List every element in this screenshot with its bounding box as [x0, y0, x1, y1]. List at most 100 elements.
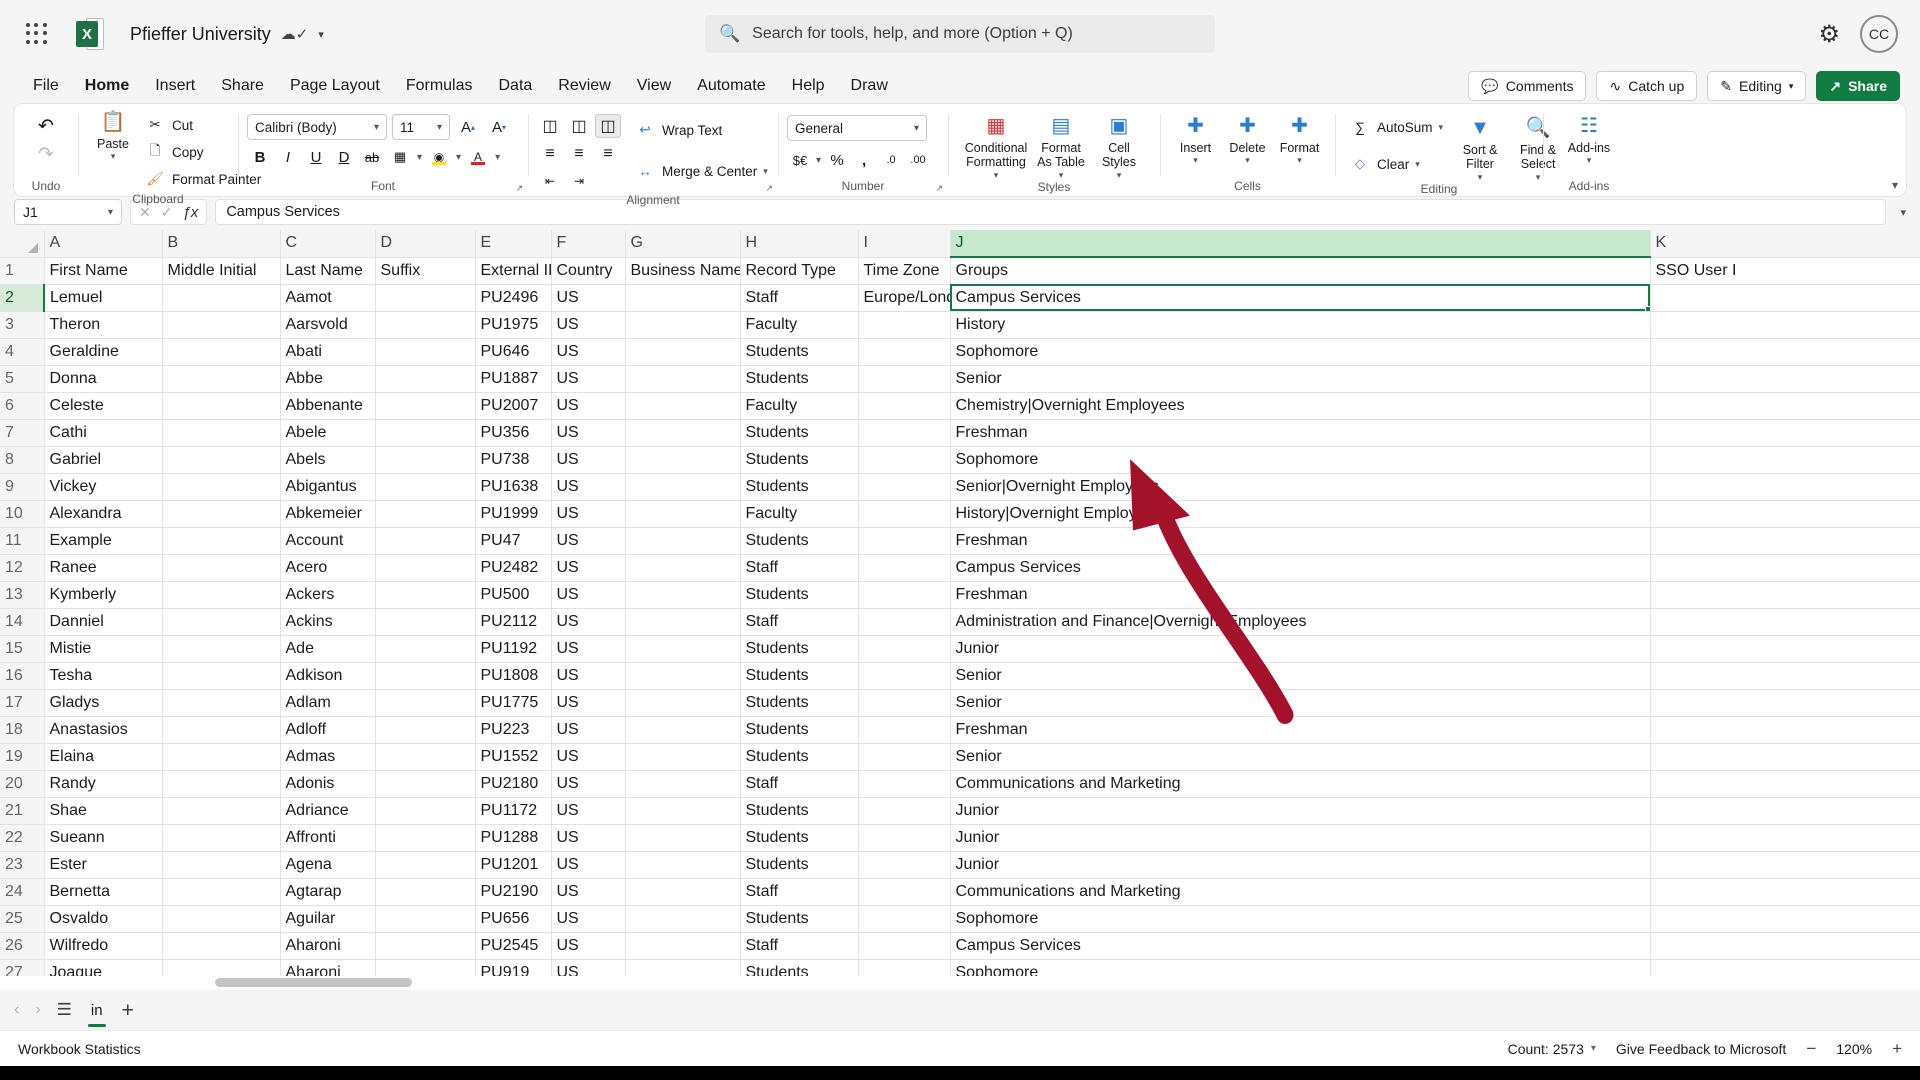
cell-K5[interactable] [1650, 365, 1920, 393]
cell-D10[interactable] [375, 500, 476, 528]
chevron-down-icon[interactable]: ▾ [454, 152, 463, 163]
cell-G27[interactable] [625, 959, 741, 976]
row-header-7[interactable]: 7 [0, 419, 45, 447]
cell-H7[interactable]: Students [740, 419, 859, 447]
cell-I1[interactable]: Time Zone [858, 257, 951, 285]
cell-B10[interactable] [162, 500, 281, 528]
cell-E1[interactable]: External ID [475, 257, 552, 285]
cell-F21[interactable]: US [551, 797, 626, 825]
cell-B23[interactable] [162, 851, 281, 879]
cell-B6[interactable] [162, 392, 281, 420]
alignment-dialog-launcher[interactable]: ↗ [765, 183, 773, 194]
redo-button[interactable]: ↷ [33, 141, 59, 167]
cell-B25[interactable] [162, 905, 281, 933]
column-header-f[interactable]: F [551, 230, 626, 258]
cell-K17[interactable] [1650, 689, 1920, 717]
merge-center-button[interactable]: ↔ Merge & Center ▾ [629, 158, 773, 184]
cell-F20[interactable]: US [551, 770, 626, 798]
insert-cells-button[interactable]: ✚ Insert ▾ [1170, 112, 1222, 166]
row-header-23[interactable]: 23 [0, 851, 45, 879]
borders-icon[interactable]: ▦ [387, 144, 413, 170]
cell-E16[interactable]: PU1808 [475, 662, 552, 690]
cell-D3[interactable] [375, 311, 476, 339]
share-button[interactable]: ↗ Share [1816, 71, 1900, 101]
cell-H21[interactable]: Students [740, 797, 859, 825]
workbook-statistics-button[interactable]: Workbook Statistics [18, 1041, 141, 1057]
tab-file[interactable]: File [20, 73, 72, 99]
app-launcher-icon[interactable] [22, 19, 52, 49]
cell-K1[interactable]: SSO User I [1650, 257, 1920, 285]
cell-K19[interactable] [1650, 743, 1920, 771]
align-left-icon[interactable]: ≡ [537, 142, 563, 166]
cell-J2[interactable]: Campus Services [950, 284, 1651, 312]
cell-B16[interactable] [162, 662, 281, 690]
cell-E14[interactable]: PU2112 [475, 608, 552, 636]
cell-C8[interactable]: Abels [280, 446, 376, 474]
cell-J18[interactable]: Freshman [950, 716, 1651, 744]
cell-J4[interactable]: Sophomore [950, 338, 1651, 366]
cell-I20[interactable] [858, 770, 951, 798]
cell-A9[interactable]: Vickey [44, 473, 163, 501]
cell-G18[interactable] [625, 716, 741, 744]
cell-K15[interactable] [1650, 635, 1920, 663]
cell-A25[interactable]: Osvaldo [44, 905, 163, 933]
cell-B14[interactable] [162, 608, 281, 636]
cell-D1[interactable]: Suffix [375, 257, 476, 285]
tab-share[interactable]: Share [208, 73, 277, 99]
cell-K13[interactable] [1650, 581, 1920, 609]
cell-E6[interactable]: PU2007 [475, 392, 552, 420]
cell-D21[interactable] [375, 797, 476, 825]
cell-C20[interactable]: Adonis [280, 770, 376, 798]
row-header-1[interactable]: 1 [0, 257, 45, 285]
cell-J14[interactable]: Administration and Finance|Overnight Emp… [950, 608, 1651, 636]
cell-D22[interactable] [375, 824, 476, 852]
cell-J17[interactable]: Senior [950, 689, 1651, 717]
cell-G15[interactable] [625, 635, 741, 663]
percent-format-button[interactable]: % [824, 147, 850, 173]
delete-cells-button[interactable]: ✚ Delete ▾ [1222, 112, 1274, 166]
cell-J24[interactable]: Communications and Marketing [950, 878, 1651, 906]
cell-H20[interactable]: Staff [740, 770, 859, 798]
align-bottom-icon[interactable]: ◫ [595, 114, 621, 138]
cell-C25[interactable]: Aguilar [280, 905, 376, 933]
spreadsheet-grid[interactable]: A B C D E F G H I J K 1 First Name Middle … [0, 230, 1920, 976]
cell-C23[interactable]: Agena [280, 851, 376, 879]
cell-B4[interactable] [162, 338, 281, 366]
double-underline-button[interactable]: D [331, 144, 357, 170]
font-dialog-launcher[interactable]: ↗ [515, 183, 523, 194]
cell-E12[interactable]: PU2482 [475, 554, 552, 582]
cell-E2[interactable]: PU2496 [475, 284, 552, 312]
cell-D11[interactable] [375, 527, 476, 555]
tab-draw[interactable]: Draw [838, 73, 901, 99]
cell-A7[interactable]: Cathi [44, 419, 163, 447]
undo-button[interactable]: ↶ [33, 113, 59, 139]
cell-I12[interactable] [858, 554, 951, 582]
cell-A19[interactable]: Elaina [44, 743, 163, 771]
row-header-2[interactable]: 2 [0, 284, 45, 312]
cell-K8[interactable] [1650, 446, 1920, 474]
cell-F17[interactable]: US [551, 689, 626, 717]
align-right-icon[interactable]: ≡ [595, 142, 621, 166]
cell-H11[interactable]: Students [740, 527, 859, 555]
column-header-e[interactable]: E [475, 230, 552, 258]
zoom-level[interactable]: 120% [1836, 1041, 1872, 1057]
cell-J27[interactable]: Sophomore [950, 959, 1651, 976]
cell-F19[interactable]: US [551, 743, 626, 771]
title-chevron-down-icon[interactable]: ▾ [318, 28, 324, 41]
cell-E20[interactable]: PU2180 [475, 770, 552, 798]
cell-C17[interactable]: Adlam [280, 689, 376, 717]
decrease-indent-icon[interactable]: ⇤ [537, 169, 563, 193]
tab-home[interactable]: Home [72, 73, 142, 106]
tab-help[interactable]: Help [779, 73, 838, 99]
cell-D19[interactable] [375, 743, 476, 771]
row-header-6[interactable]: 6 [0, 392, 45, 420]
cell-J6[interactable]: Chemistry|Overnight Employees [950, 392, 1651, 420]
cell-F1[interactable]: Country [551, 257, 626, 285]
cell-D26[interactable] [375, 932, 476, 960]
cell-C21[interactable]: Adriance [280, 797, 376, 825]
cell-J19[interactable]: Senior [950, 743, 1651, 771]
search-input[interactable]: 🔍 Search for tools, help, and more (Opti… [705, 15, 1215, 53]
cell-C24[interactable]: Agtarap [280, 878, 376, 906]
cell-A21[interactable]: Shae [44, 797, 163, 825]
excel-logo-icon[interactable]: X [76, 18, 104, 50]
